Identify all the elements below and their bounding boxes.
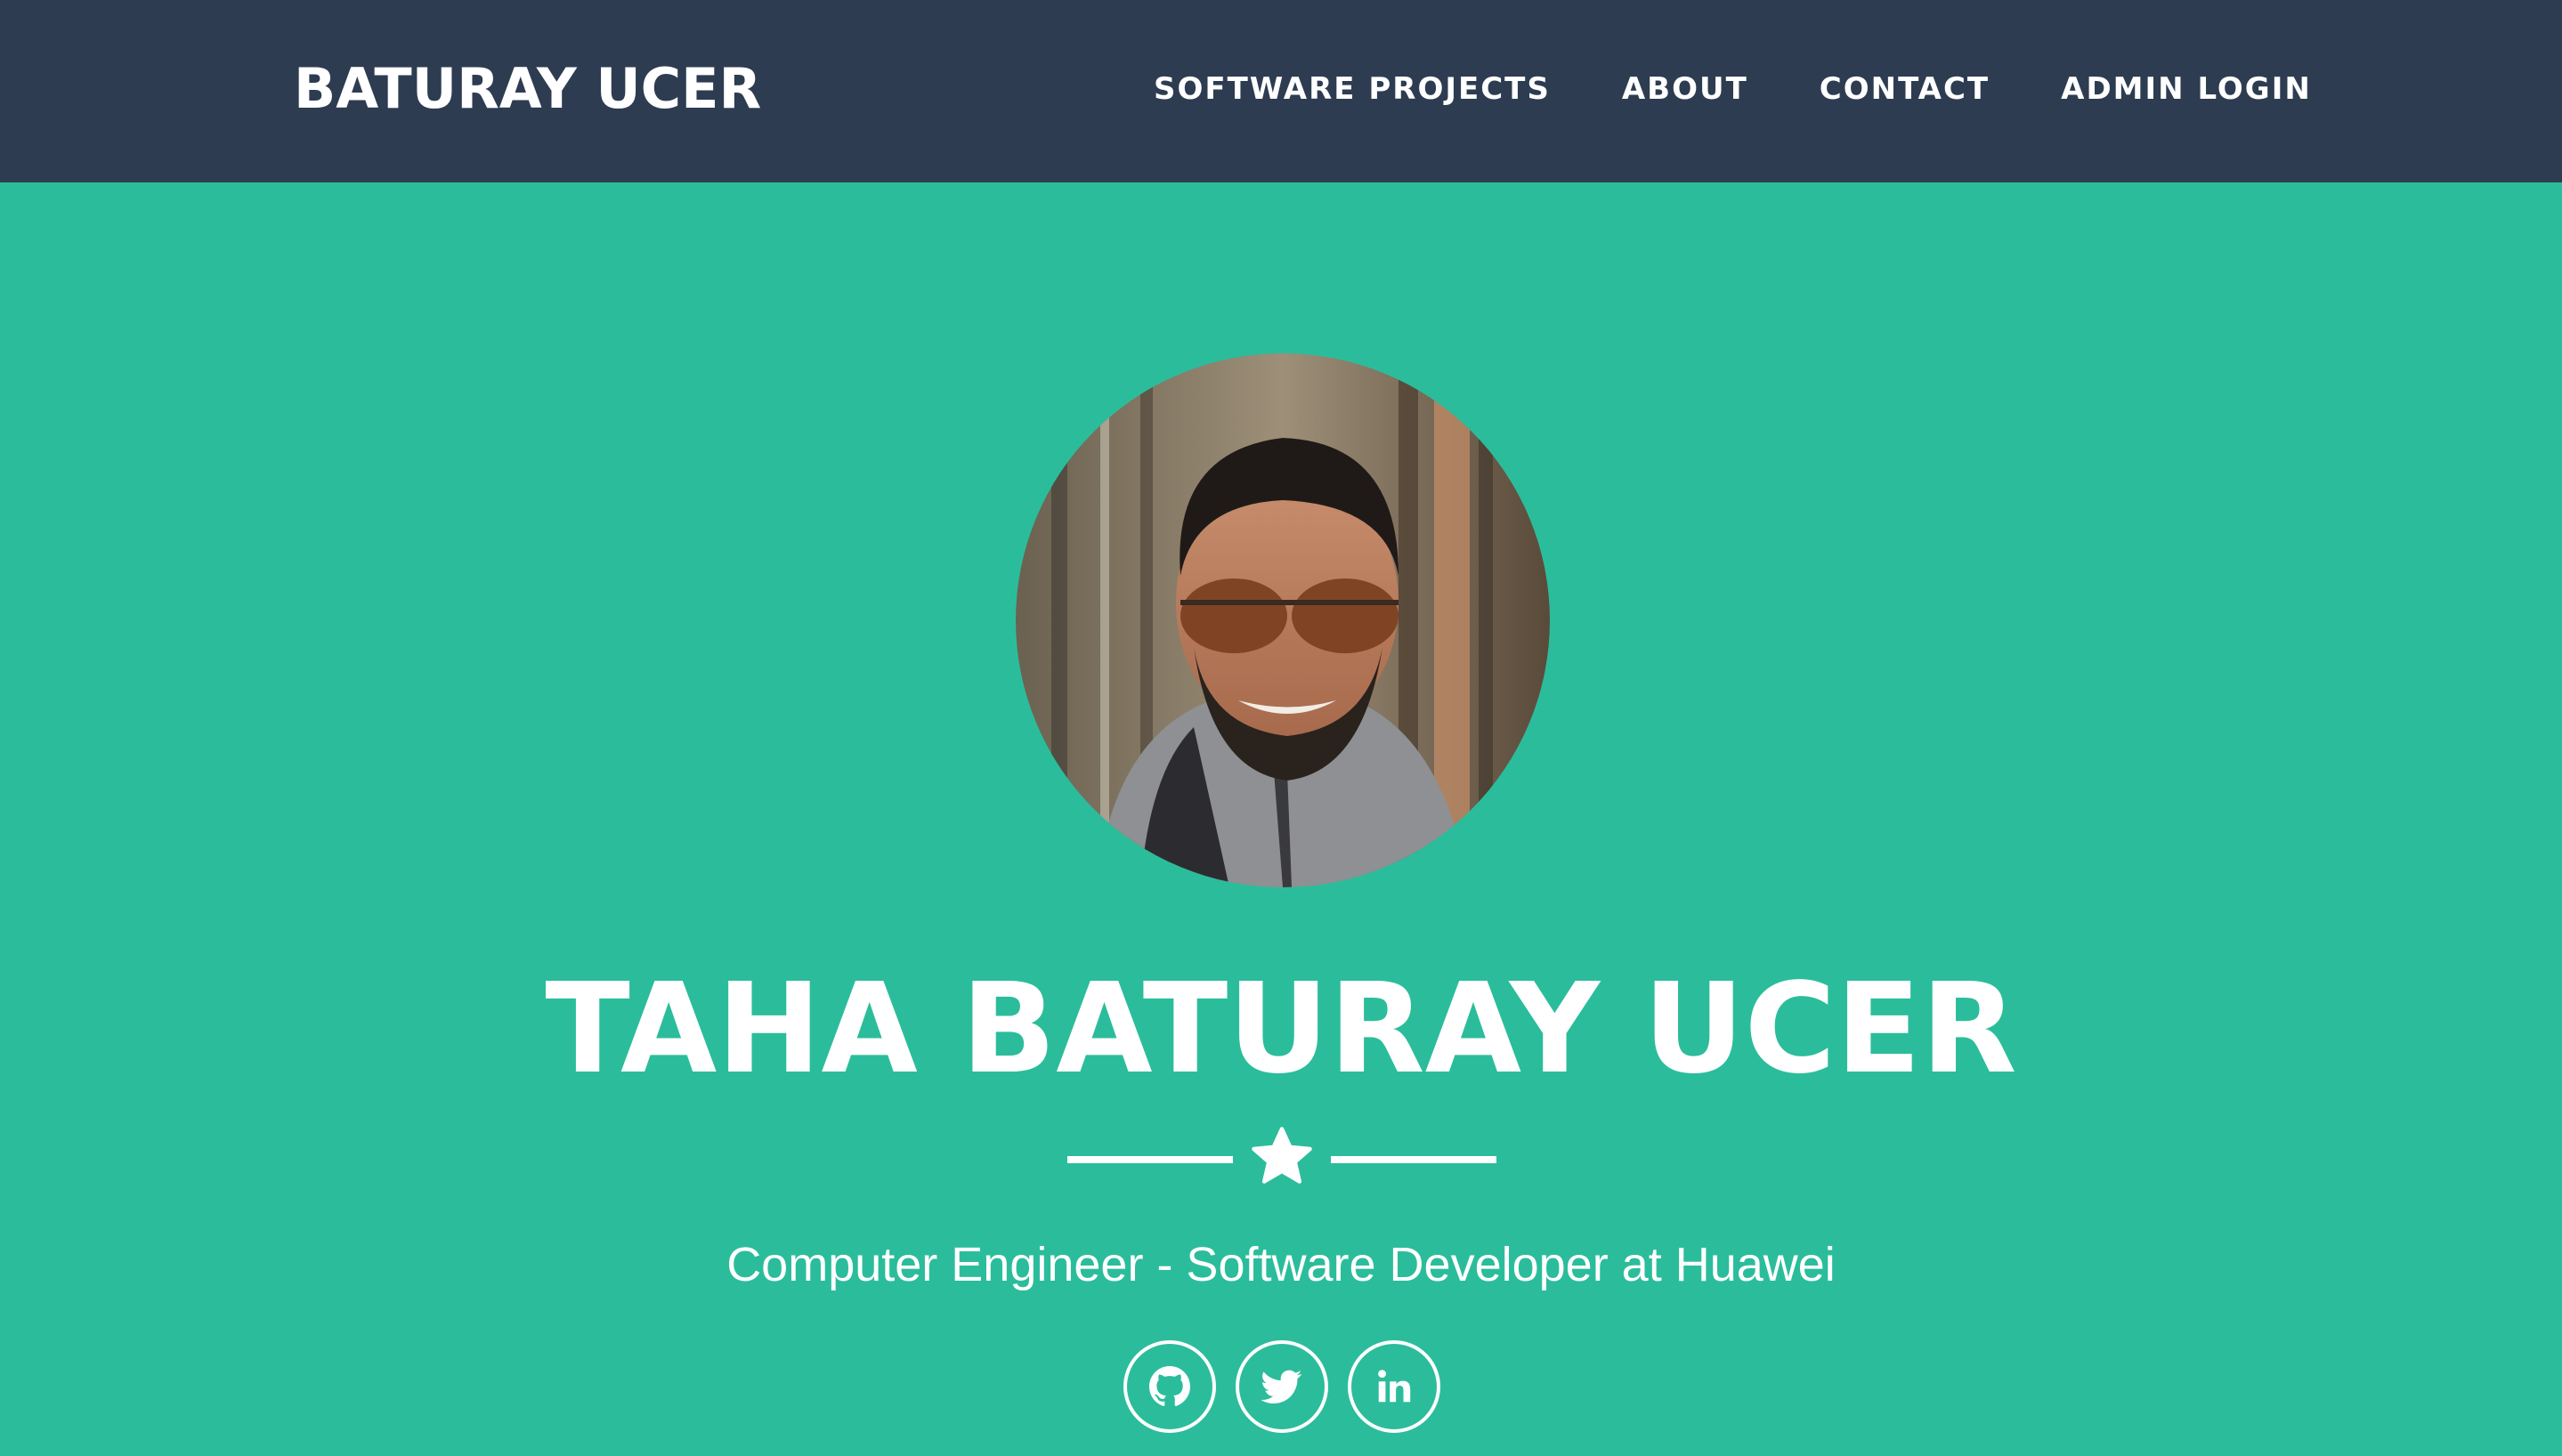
top-navbar: BATURAY UCER SOFTWARE PROJECTS ABOUT CON… bbox=[0, 0, 2562, 182]
linkedin-icon bbox=[1378, 1370, 1411, 1403]
divider-line-right bbox=[1331, 1156, 1496, 1163]
nav-software-projects-link[interactable]: SOFTWARE PROJECTS bbox=[1154, 71, 1551, 107]
nav-links: SOFTWARE PROJECTS ABOUT CONTACT ADMIN LO… bbox=[1154, 64, 2312, 114]
github-link[interactable] bbox=[1123, 1340, 1216, 1433]
hero-subtitle: Computer Engineer - Software Developer a… bbox=[726, 1238, 1836, 1291]
brand-link[interactable]: BATURAY UCER bbox=[294, 55, 761, 123]
nav-contact-link[interactable]: CONTACT bbox=[1820, 71, 1990, 107]
nav-about-link[interactable]: ABOUT bbox=[1622, 71, 1748, 107]
nav-admin-login-link[interactable]: ADMIN LOGIN bbox=[2061, 71, 2312, 107]
social-links bbox=[1123, 1340, 1440, 1433]
hero-name-heading: TAHA BATURAY UCER bbox=[545, 957, 2017, 1102]
divider-line-left bbox=[1067, 1156, 1233, 1163]
star-icon bbox=[1252, 1127, 1312, 1184]
star-divider bbox=[1067, 1125, 1496, 1196]
github-icon bbox=[1149, 1366, 1190, 1406]
linkedin-link[interactable] bbox=[1348, 1340, 1440, 1433]
twitter-link[interactable] bbox=[1236, 1340, 1328, 1433]
twitter-icon bbox=[1261, 1370, 1302, 1403]
profile-avatar bbox=[1016, 353, 1550, 887]
